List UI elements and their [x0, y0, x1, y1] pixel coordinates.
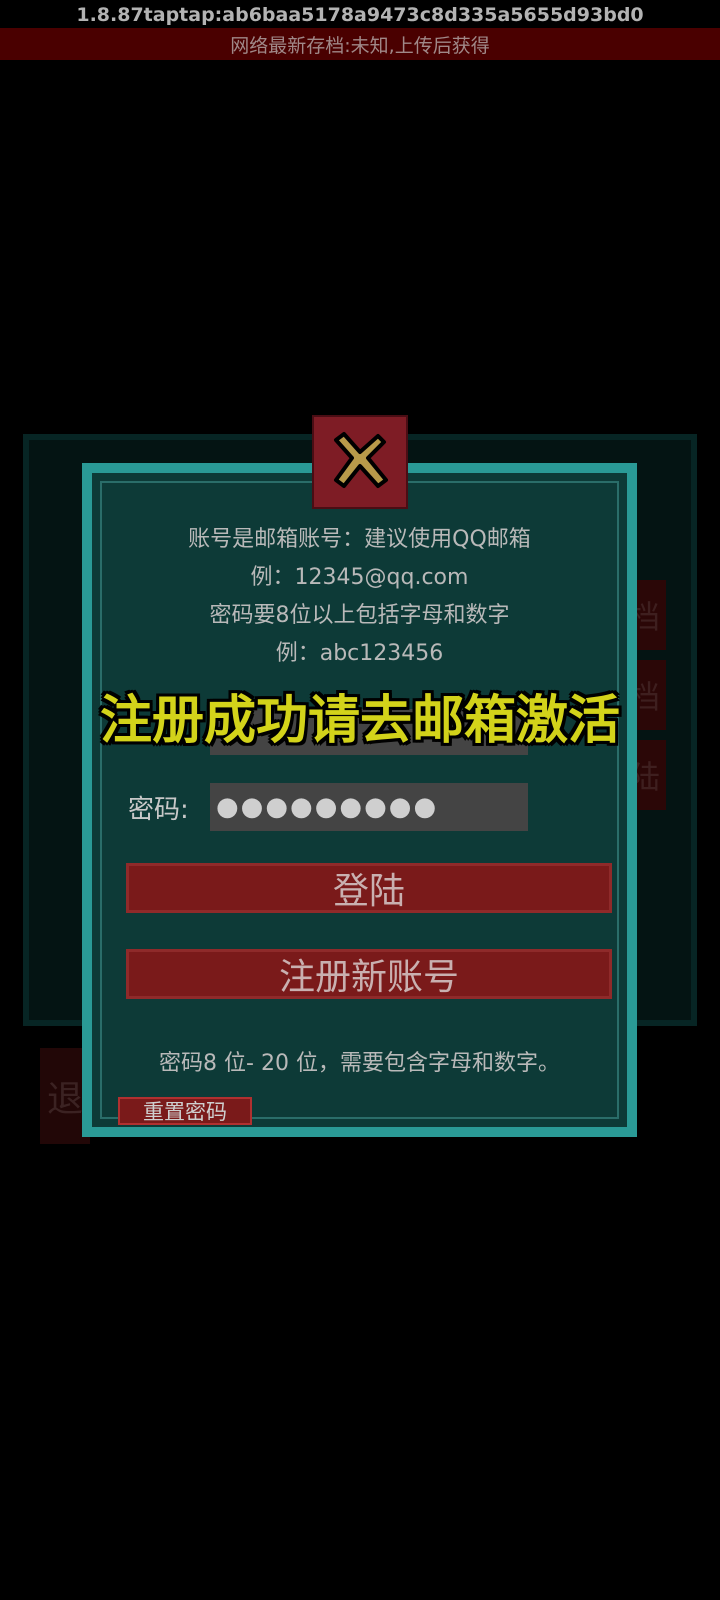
help-line-3: 密码要8位以上包括字母和数字 [209, 603, 510, 628]
help-line-1: 账号是邮箱账号：建议使用QQ邮箱 [188, 527, 531, 552]
help-line-2: 例：12345@qq.com [250, 565, 469, 590]
close-button[interactable] [312, 415, 408, 509]
save-status-banner: 网络最新存档:未知,上传后获得 [0, 28, 720, 60]
password-hint: 密码8 位- 20 位，需要包含字母和数字。 [159, 1051, 560, 1076]
password-label: 密码: [128, 795, 189, 825]
close-x-icon [334, 432, 388, 488]
register-button[interactable]: 注册新账号 [126, 949, 612, 999]
version-text: 1.8.87taptap:ab6baa5178a9473c8d335a5655d… [76, 4, 644, 26]
reset-password-button[interactable]: 重置密码 [118, 1097, 252, 1125]
help-line-4: 例：abc123456 [275, 641, 444, 666]
password-input[interactable]: ●●●●●●●●● [210, 783, 528, 831]
login-button[interactable]: 登陆 [126, 863, 612, 913]
login-dialog: 账号是邮箱账号：建议使用QQ邮箱 例：12345@qq.com 密码要8位以上包… [82, 463, 637, 1137]
toast-message: 注册成功请去邮箱激活 [99, 691, 620, 751]
